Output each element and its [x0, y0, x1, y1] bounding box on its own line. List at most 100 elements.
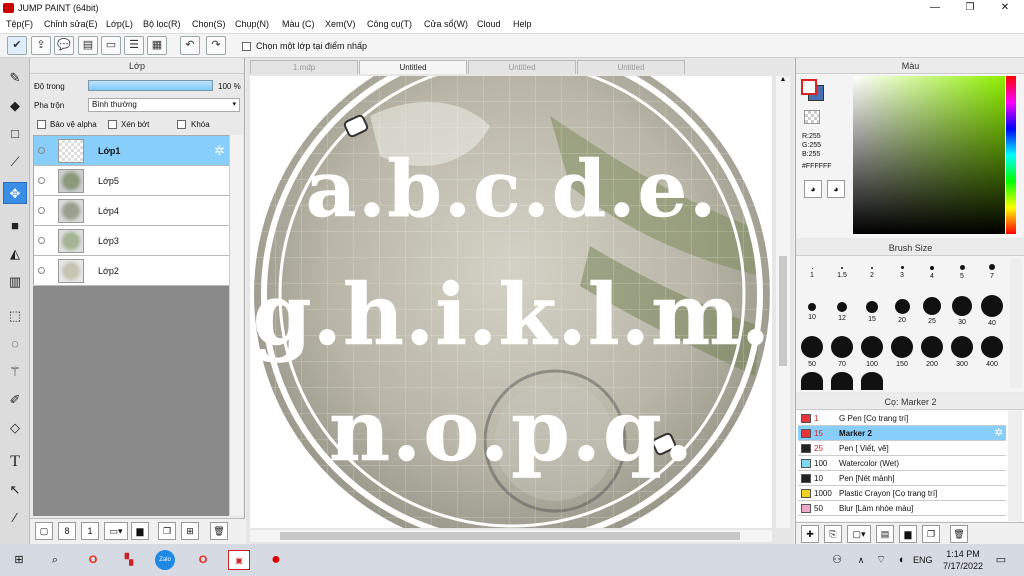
gear-icon[interactable]: ✲ — [994, 426, 1003, 441]
visibility-icon[interactable] — [38, 207, 45, 214]
brush-item[interactable]: 10 Pen [Nét mảnh] — [798, 471, 1006, 486]
brush-add-icon[interactable]: ✚ — [801, 525, 819, 543]
clock[interactable]: 1:14 PM 7/17/2022 — [943, 549, 983, 571]
brush-size-option[interactable]: 4 — [918, 266, 946, 280]
menu-filter[interactable]: Bộ lọc(R) — [143, 19, 181, 29]
merge-down-icon[interactable]: ⊞ — [181, 522, 199, 540]
menu-file[interactable]: Tệp(F) — [6, 19, 33, 29]
brush-size-option[interactable]: 1.5 — [828, 267, 856, 279]
page-icon[interactable]: ▭ — [101, 36, 121, 55]
layer-scrollbar[interactable] — [229, 135, 243, 515]
brush-item[interactable]: 100 Watercolor (Wet) — [798, 456, 1006, 471]
menu-cloud[interactable]: Cloud — [477, 19, 501, 29]
volume-icon[interactable]: ◖ — [890, 550, 912, 570]
brush-size-option[interactable]: 30 — [948, 296, 976, 326]
refer-checkbox[interactable] — [242, 42, 251, 51]
layer-row[interactable]: Lớp1 ✲ — [34, 136, 230, 166]
record-icon[interactable]: ● — [265, 550, 287, 570]
brush-size-option[interactable] — [801, 372, 823, 390]
visibility-icon[interactable] — [38, 177, 45, 184]
check-icon[interactable]: ✔ — [7, 36, 27, 55]
search-icon[interactable]: ⌕ — [44, 550, 66, 570]
visibility-icon[interactable] — [38, 267, 45, 274]
opera-icon[interactable]: O — [82, 550, 104, 570]
brush-tool-icon[interactable]: ✎ — [3, 66, 27, 88]
brush-size-option[interactable]: 300 — [948, 336, 976, 368]
brush-delete-icon[interactable]: 🗑 — [950, 525, 968, 543]
brush-size-option[interactable]: 40 — [978, 295, 1006, 327]
layer-row[interactable]: Lớp2 — [34, 256, 230, 286]
layer-row[interactable]: Lớp5 — [34, 166, 230, 196]
menu-capture[interactable]: Chụp(N) — [235, 19, 269, 29]
network-icon[interactable]: ⌔ — [870, 550, 892, 570]
brush-size-option[interactable] — [861, 372, 883, 390]
brush-size-option[interactable]: 50 — [798, 336, 826, 368]
lock-checkbox[interactable] — [177, 120, 186, 129]
opera-gx-icon[interactable]: O — [192, 550, 214, 570]
grid-icon[interactable]: ▦ — [147, 36, 167, 55]
select-pen-icon[interactable]: ✐ — [3, 388, 27, 410]
opacity-slider[interactable] — [88, 80, 213, 91]
brush-item-selected[interactable]: 15 Marker 2 ✲ — [798, 426, 1006, 441]
magic-wand-icon[interactable]: ⚚ — [3, 360, 27, 382]
fill-rect-icon[interactable]: ■ — [3, 214, 27, 236]
alpha-protect-checkbox[interactable] — [37, 120, 46, 129]
note-icon[interactable]: ▤ — [78, 36, 98, 55]
menu-edit[interactable]: Chỉnh sửa(E) — [44, 19, 98, 29]
menu-tools[interactable]: Công cụ(T) — [367, 19, 412, 29]
new-layer-1bit-icon[interactable]: 1 — [81, 522, 99, 540]
brush-size-option[interactable]: 2 — [858, 267, 886, 279]
layer-row[interactable]: Lớp4 — [34, 196, 230, 226]
drawing-canvas[interactable]: a.b.c.d.e. g.h.i.k.l.m. n.o.p.q. — [250, 76, 772, 528]
brush-size-option[interactable]: 20 — [888, 299, 916, 324]
tab-document[interactable]: 1.mdp — [250, 60, 358, 74]
foreground-color-swatch[interactable] — [801, 79, 817, 95]
palette-add-icon[interactable]: ◕ — [827, 180, 845, 198]
minimize-button[interactable]: — — [918, 0, 952, 16]
duplicate-layer-icon[interactable]: ❐ — [158, 522, 176, 540]
brush-size-option[interactable]: 150 — [888, 336, 916, 368]
windows-start-icon[interactable]: ⊞ — [8, 550, 30, 570]
maximize-button[interactable]: ❐ — [953, 0, 987, 16]
visibility-icon[interactable] — [38, 147, 45, 154]
new-layer-icon[interactable]: ▢ — [35, 522, 53, 540]
canvas-vertical-scrollbar[interactable]: ▲ — [776, 76, 790, 528]
new-folder-icon[interactable]: ▆ — [131, 522, 149, 540]
brush-options-icon[interactable]: ▢▾ — [847, 525, 871, 543]
menu-layer[interactable]: Lớp(L) — [106, 19, 133, 29]
brush-size-option[interactable]: 200 — [918, 336, 946, 368]
operation-tool-icon[interactable]: ↖ — [3, 478, 27, 500]
scroll-thumb[interactable] — [779, 256, 787, 366]
new-layer-8bit-icon[interactable]: 8 — [58, 522, 76, 540]
brush-item[interactable]: 25 Pen [ Viết, vẽ] — [798, 441, 1006, 456]
undo-icon[interactable]: ↶ — [180, 36, 200, 55]
brush-size-option[interactable]: 1 — [798, 268, 826, 279]
brush-size-option[interactable]: 100 — [858, 336, 886, 368]
canvas-horizontal-scrollbar[interactable] — [250, 530, 772, 542]
brush-size-option[interactable]: 15 — [858, 301, 886, 323]
people-icon[interactable]: ⚇ — [826, 550, 848, 570]
brush-size-scrollbar[interactable] — [1010, 258, 1022, 388]
brush-size-option[interactable]: 5 — [948, 265, 976, 280]
tray-chevron-icon[interactable]: ∧ — [850, 550, 872, 570]
scroll-thumb[interactable] — [280, 532, 740, 540]
app-grid-icon[interactable]: ▚ — [118, 550, 140, 570]
color-field[interactable] — [853, 76, 1005, 234]
visibility-icon[interactable] — [38, 237, 45, 244]
new-tone-layer-icon[interactable]: ▭▾ — [104, 522, 128, 540]
eraser-tool-icon[interactable]: ◆ — [3, 94, 27, 116]
move-tool-icon[interactable]: ✥ — [3, 182, 27, 204]
jump-paint-taskbar-icon[interactable]: ▣ — [228, 550, 250, 570]
menu-view[interactable]: Xem(V) — [325, 19, 356, 29]
lasso-tool-icon[interactable]: ◌ — [3, 332, 27, 354]
brush-size-option[interactable]: 10 — [798, 303, 826, 321]
brush-item[interactable]: 1 G Pen [Cọ trang trí] — [798, 411, 1006, 426]
layer-row[interactable]: Lớp3 — [34, 226, 230, 256]
gear-icon[interactable]: ✲ — [214, 143, 225, 159]
blend-mode-select[interactable]: Bình thường ▾ — [88, 98, 240, 112]
palette-icon[interactable]: ◕ — [804, 180, 822, 198]
hue-slider[interactable] — [1006, 76, 1016, 234]
brush-folder-icon[interactable]: ▆ — [899, 525, 917, 543]
eyedropper-icon[interactable]: ⁄ — [3, 506, 27, 528]
transparent-swatch[interactable] — [804, 110, 820, 124]
